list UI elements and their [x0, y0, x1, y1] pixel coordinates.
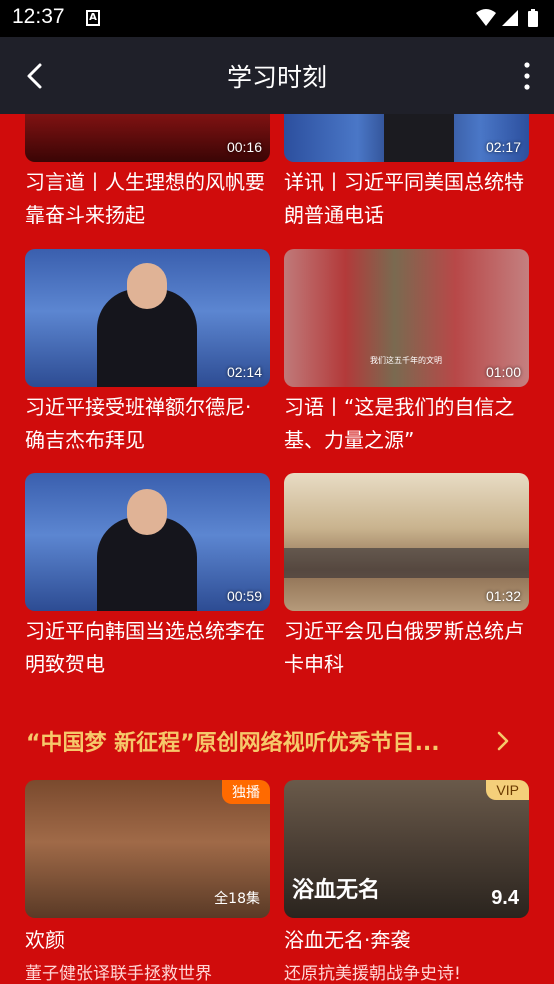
video-card[interactable]: 我们这五千年的文明 01:00 习语丨“这是我们的自信之基、力量之源”	[284, 249, 529, 457]
content-scroll[interactable]: 00:16 习言道丨人生理想的风帆要靠奋斗来扬起 02:17 详讯丨习近平同美国…	[0, 114, 554, 984]
video-card[interactable]: 01:32 习近平会见白俄罗斯总统卢卡申科	[284, 473, 529, 681]
episode-count: 全18集	[214, 891, 260, 907]
video-title: 习语丨“这是我们的自信之基、力量之源”	[284, 395, 515, 452]
poster-title-text: 浴血无名	[292, 878, 381, 903]
video-duration: 00:59	[226, 588, 262, 604]
program-card[interactable]: 独播 全18集 欢颜 董子健张译联手拯救世界	[25, 780, 270, 984]
video-card[interactable]: 00:59 习近平向韩国当选总统李在明致贺电	[25, 473, 270, 681]
signal-battery-icons	[476, 9, 538, 27]
more-options-icon[interactable]	[520, 61, 534, 91]
program-title: 欢颜	[25, 928, 65, 952]
battery-icon	[528, 9, 538, 27]
chevron-right-icon[interactable]	[490, 728, 516, 754]
video-thumbnail: 我们这五千年的文明 01:00	[284, 249, 529, 387]
video-title: 详讯丨习近平同美国总统特朗普通电话	[284, 170, 524, 227]
section-title[interactable]: “中国梦 新征程”原创网络视听优秀节目...	[26, 725, 476, 757]
cell-signal-icon	[502, 10, 518, 26]
program-rating: 9.4	[491, 887, 519, 909]
video-title: 习言道丨人生理想的风帆要靠奋斗来扬起	[25, 170, 265, 227]
video-thumbnail: 01:32	[284, 473, 529, 611]
video-duration: 01:00	[485, 364, 521, 380]
program-title: 浴血无名·奔袭	[284, 928, 411, 952]
status-bar: 12:37 A	[0, 0, 554, 37]
wifi-icon	[476, 9, 496, 26]
video-card[interactable]: 02:14 习近平接受班禅额尔德尼·确吉杰布拜见	[25, 249, 270, 457]
program-poster: 独播 全18集	[25, 780, 270, 918]
program-poster: 浴血无名 VIP 9.4	[284, 780, 529, 918]
video-overlay-text: 我们这五千年的文明	[370, 356, 442, 365]
video-title: 习近平接受班禅额尔德尼·确吉杰布拜见	[25, 395, 252, 452]
video-thumbnail: 02:14	[25, 249, 270, 387]
video-duration: 00:16	[226, 139, 262, 155]
video-card[interactable]: 00:16 习言道丨人生理想的风帆要靠奋斗来扬起	[25, 114, 270, 232]
page-title: 学习时刻	[226, 63, 327, 92]
video-thumbnail: 00:59	[25, 473, 270, 611]
video-card[interactable]: 02:17 详讯丨习近平同美国总统特朗普通电话	[284, 114, 529, 232]
accessibility-icon: A	[86, 10, 100, 26]
video-duration: 02:14	[226, 364, 262, 380]
program-card[interactable]: 浴血无名 VIP 9.4 浴血无名·奔袭 还原抗美援朝战争史诗!	[284, 780, 529, 984]
vip-badge: VIP	[486, 780, 529, 800]
video-title: 习近平会见白俄罗斯总统卢卡申科	[284, 619, 524, 676]
exclusive-badge: 独播	[222, 780, 270, 804]
video-thumbnail: 00:16	[25, 114, 270, 162]
video-duration: 01:32	[485, 588, 521, 604]
video-duration: 02:17	[485, 139, 521, 155]
app-bar: 学习时刻	[0, 37, 554, 114]
program-subtitle: 还原抗美援朝战争史诗!	[284, 964, 461, 984]
program-subtitle: 董子健张译联手拯救世界	[25, 964, 212, 984]
video-thumbnail: 02:17	[284, 114, 529, 162]
video-title: 习近平向韩国当选总统李在明致贺电	[25, 619, 265, 676]
status-time: 12:37	[12, 5, 65, 28]
